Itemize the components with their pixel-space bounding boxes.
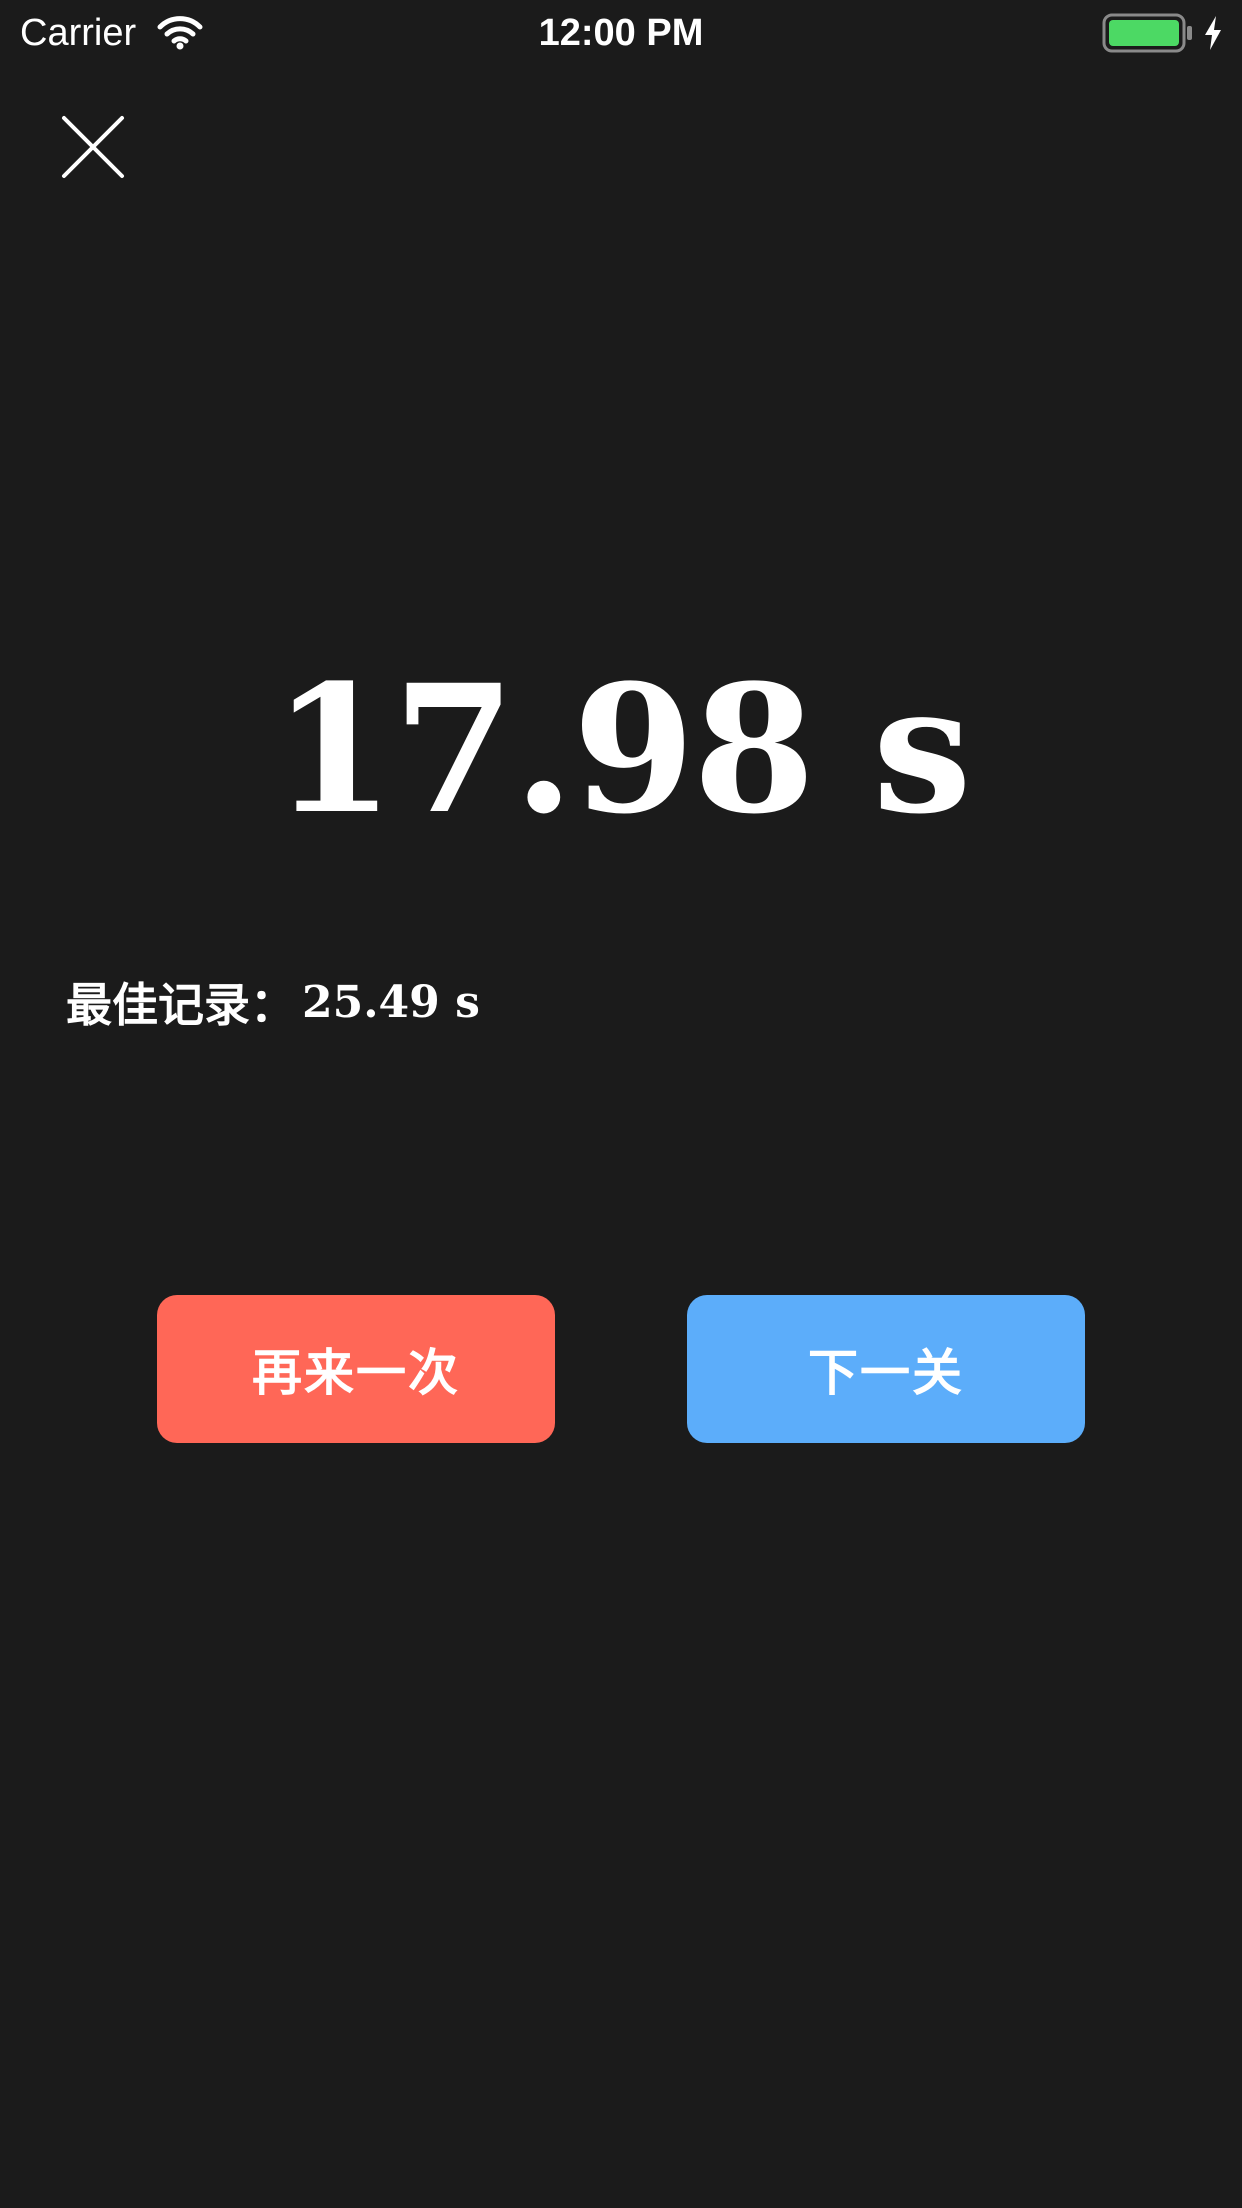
close-button[interactable] xyxy=(58,112,128,182)
status-time: 12:00 PM xyxy=(538,12,704,54)
charging-icon xyxy=(1205,16,1221,50)
status-right xyxy=(1102,12,1224,54)
retry-button[interactable]: 再来一次 xyxy=(157,1295,555,1443)
battery-icon xyxy=(1102,13,1192,53)
close-icon xyxy=(62,116,124,178)
next-level-button[interactable]: 下一关 xyxy=(687,1295,1085,1443)
best-record-value: 25.49 s xyxy=(302,976,480,1028)
best-record: 最佳记录： 25.49 s xyxy=(66,964,480,1040)
best-record-label: 最佳记录： xyxy=(66,978,296,1032)
result-time: 17.98 s xyxy=(272,646,971,853)
status-bar: Carrier 12:00 PM xyxy=(0,0,1242,66)
